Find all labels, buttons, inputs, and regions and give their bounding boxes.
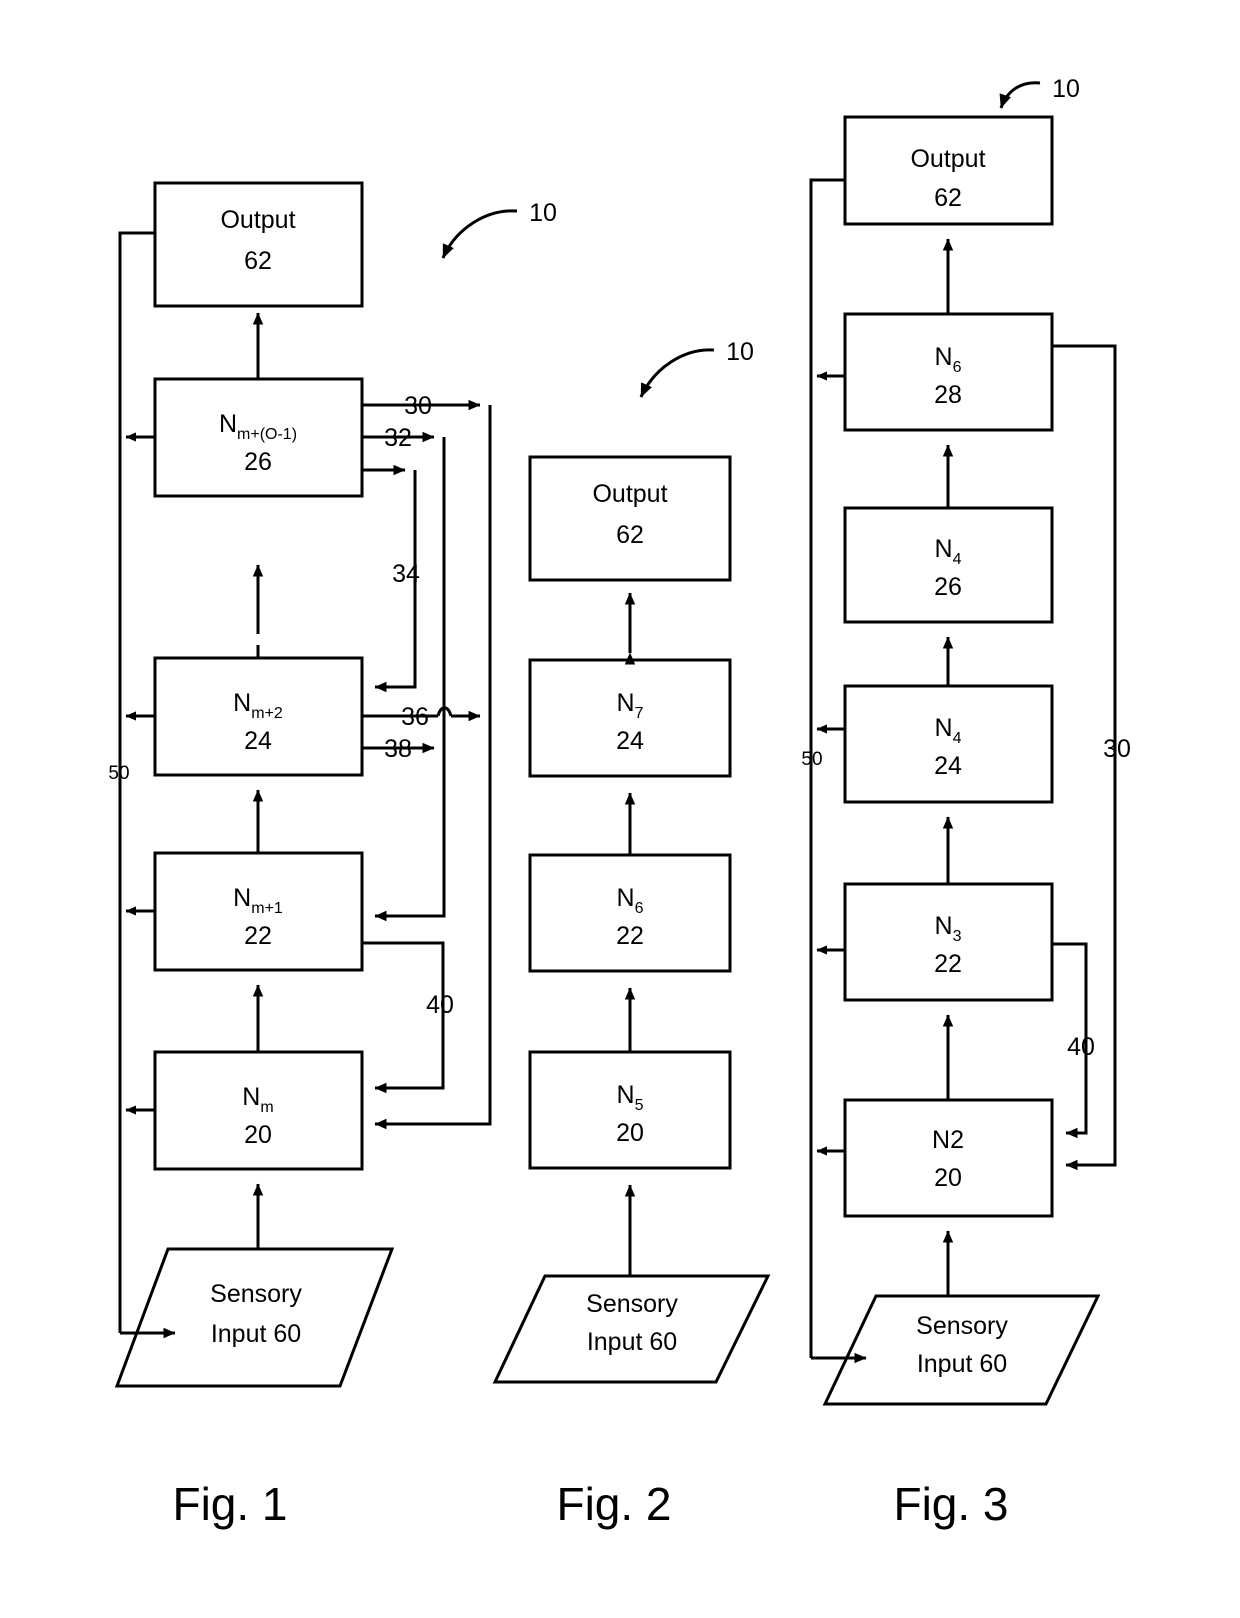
figure-3: 10 Output 62 N6 28 N4 26 N4 24 N3 22 N2 … [801, 75, 1130, 1530]
figures-svg: 10 Output 62 Nm+(O-1) 26 Nm+2 24 Nm+1 22… [108, 75, 1130, 1530]
fig1-system-ref-callout: 10 [441, 199, 557, 259]
fig3-node-box-24 [843, 684, 1054, 804]
fig1-node-ref-20: 20 [244, 1121, 272, 1149]
fig2-system-ref-callout: 10 [639, 338, 754, 398]
fig3-output-label-2: 62 [934, 184, 962, 212]
fig3-node-ref-20: 20 [934, 1164, 962, 1192]
fig2-sensory-input-label-2: Input 60 [587, 1328, 677, 1356]
fig2-sensory-input-label-1: Sensory [586, 1290, 678, 1318]
fig3-caption: Fig. 3 [893, 1478, 1008, 1530]
fig1-output-label-2: 62 [244, 247, 272, 275]
fig3-feedback-bus-label: 50 [801, 749, 822, 770]
fig2-node-box-20 [528, 1050, 732, 1170]
figure-2: 10 Output 62 N7 24 N6 22 N5 20 Sensory I… [492, 338, 771, 1530]
fig2-output-box [528, 455, 732, 582]
fig2-node-ref-22: 22 [616, 922, 644, 950]
fig3-node-ref-22: 22 [934, 950, 962, 978]
fig3-system-ref-callout: 10 [999, 75, 1080, 109]
fig3-output-label-1: Output [910, 145, 985, 173]
fig1-output-box [153, 181, 364, 308]
fig1-sensory-input-label-1: Sensory [210, 1280, 302, 1308]
fig1-system-ref-label: 10 [529, 199, 557, 227]
fig1-connector-32-path [374, 437, 446, 922]
fig1-node-ref-26: 26 [244, 448, 272, 476]
fig1-node-ref-22: 22 [244, 922, 272, 950]
figure-1: 10 Output 62 Nm+(O-1) 26 Nm+2 24 Nm+1 22… [108, 181, 557, 1530]
fig3-node-box-22 [843, 882, 1054, 1002]
fig3-node-ref-24: 24 [934, 752, 962, 780]
fig1-connector-38-label: 38 [384, 735, 412, 763]
fig3-node-ref-26: 26 [934, 573, 962, 601]
fig3-node-name-20: N2 [932, 1126, 964, 1154]
fig1-node-ref-24: 24 [244, 727, 272, 755]
fig1-feedback-bus-label: 50 [108, 763, 129, 784]
fig3-connector-40-label: 40 [1067, 1033, 1095, 1061]
fig2-output-label-2: 62 [616, 521, 644, 549]
fig2-output-label-1: Output [592, 480, 667, 508]
fig3-node-ref-28: 28 [934, 381, 962, 409]
fig1-caption: Fig. 1 [172, 1478, 287, 1530]
fig2-node-ref-20: 20 [616, 1119, 644, 1147]
fig3-sensory-input-label-1: Sensory [916, 1312, 1008, 1340]
fig2-node-ref-24: 24 [616, 727, 644, 755]
fig3-sensory-input-label-2: Input 60 [917, 1350, 1007, 1378]
fig2-caption: Fig. 2 [556, 1478, 671, 1530]
fig1-sensory-input-shape [114, 1247, 395, 1388]
fig1-connector-30-label: 30 [404, 392, 432, 420]
fig3-node-box-26 [843, 506, 1054, 624]
fig3-node-box-20 [843, 1098, 1054, 1218]
fig3-system-ref-label: 10 [1052, 75, 1080, 103]
fig2-node-box-22 [528, 853, 732, 973]
fig2-system-ref-label: 10 [726, 338, 754, 366]
fig1-connector-40-label: 40 [426, 991, 454, 1019]
fig2-node-box-24 [528, 658, 732, 778]
fig3-node-box-28 [843, 312, 1054, 432]
fig1-connector-32-label: 32 [384, 424, 412, 452]
fig1-connector-36-label: 36 [401, 703, 429, 731]
fig3-connector-30-label: 30 [1103, 735, 1131, 763]
fig1-connector-34-label: 34 [392, 560, 420, 588]
fig1-output-label-1: Output [220, 206, 295, 234]
fig1-sensory-input-label-2: Input 60 [211, 1320, 301, 1348]
patent-drawing-sheet: 10 Output 62 Nm+(O-1) 26 Nm+2 24 Nm+1 22… [0, 0, 1240, 1618]
